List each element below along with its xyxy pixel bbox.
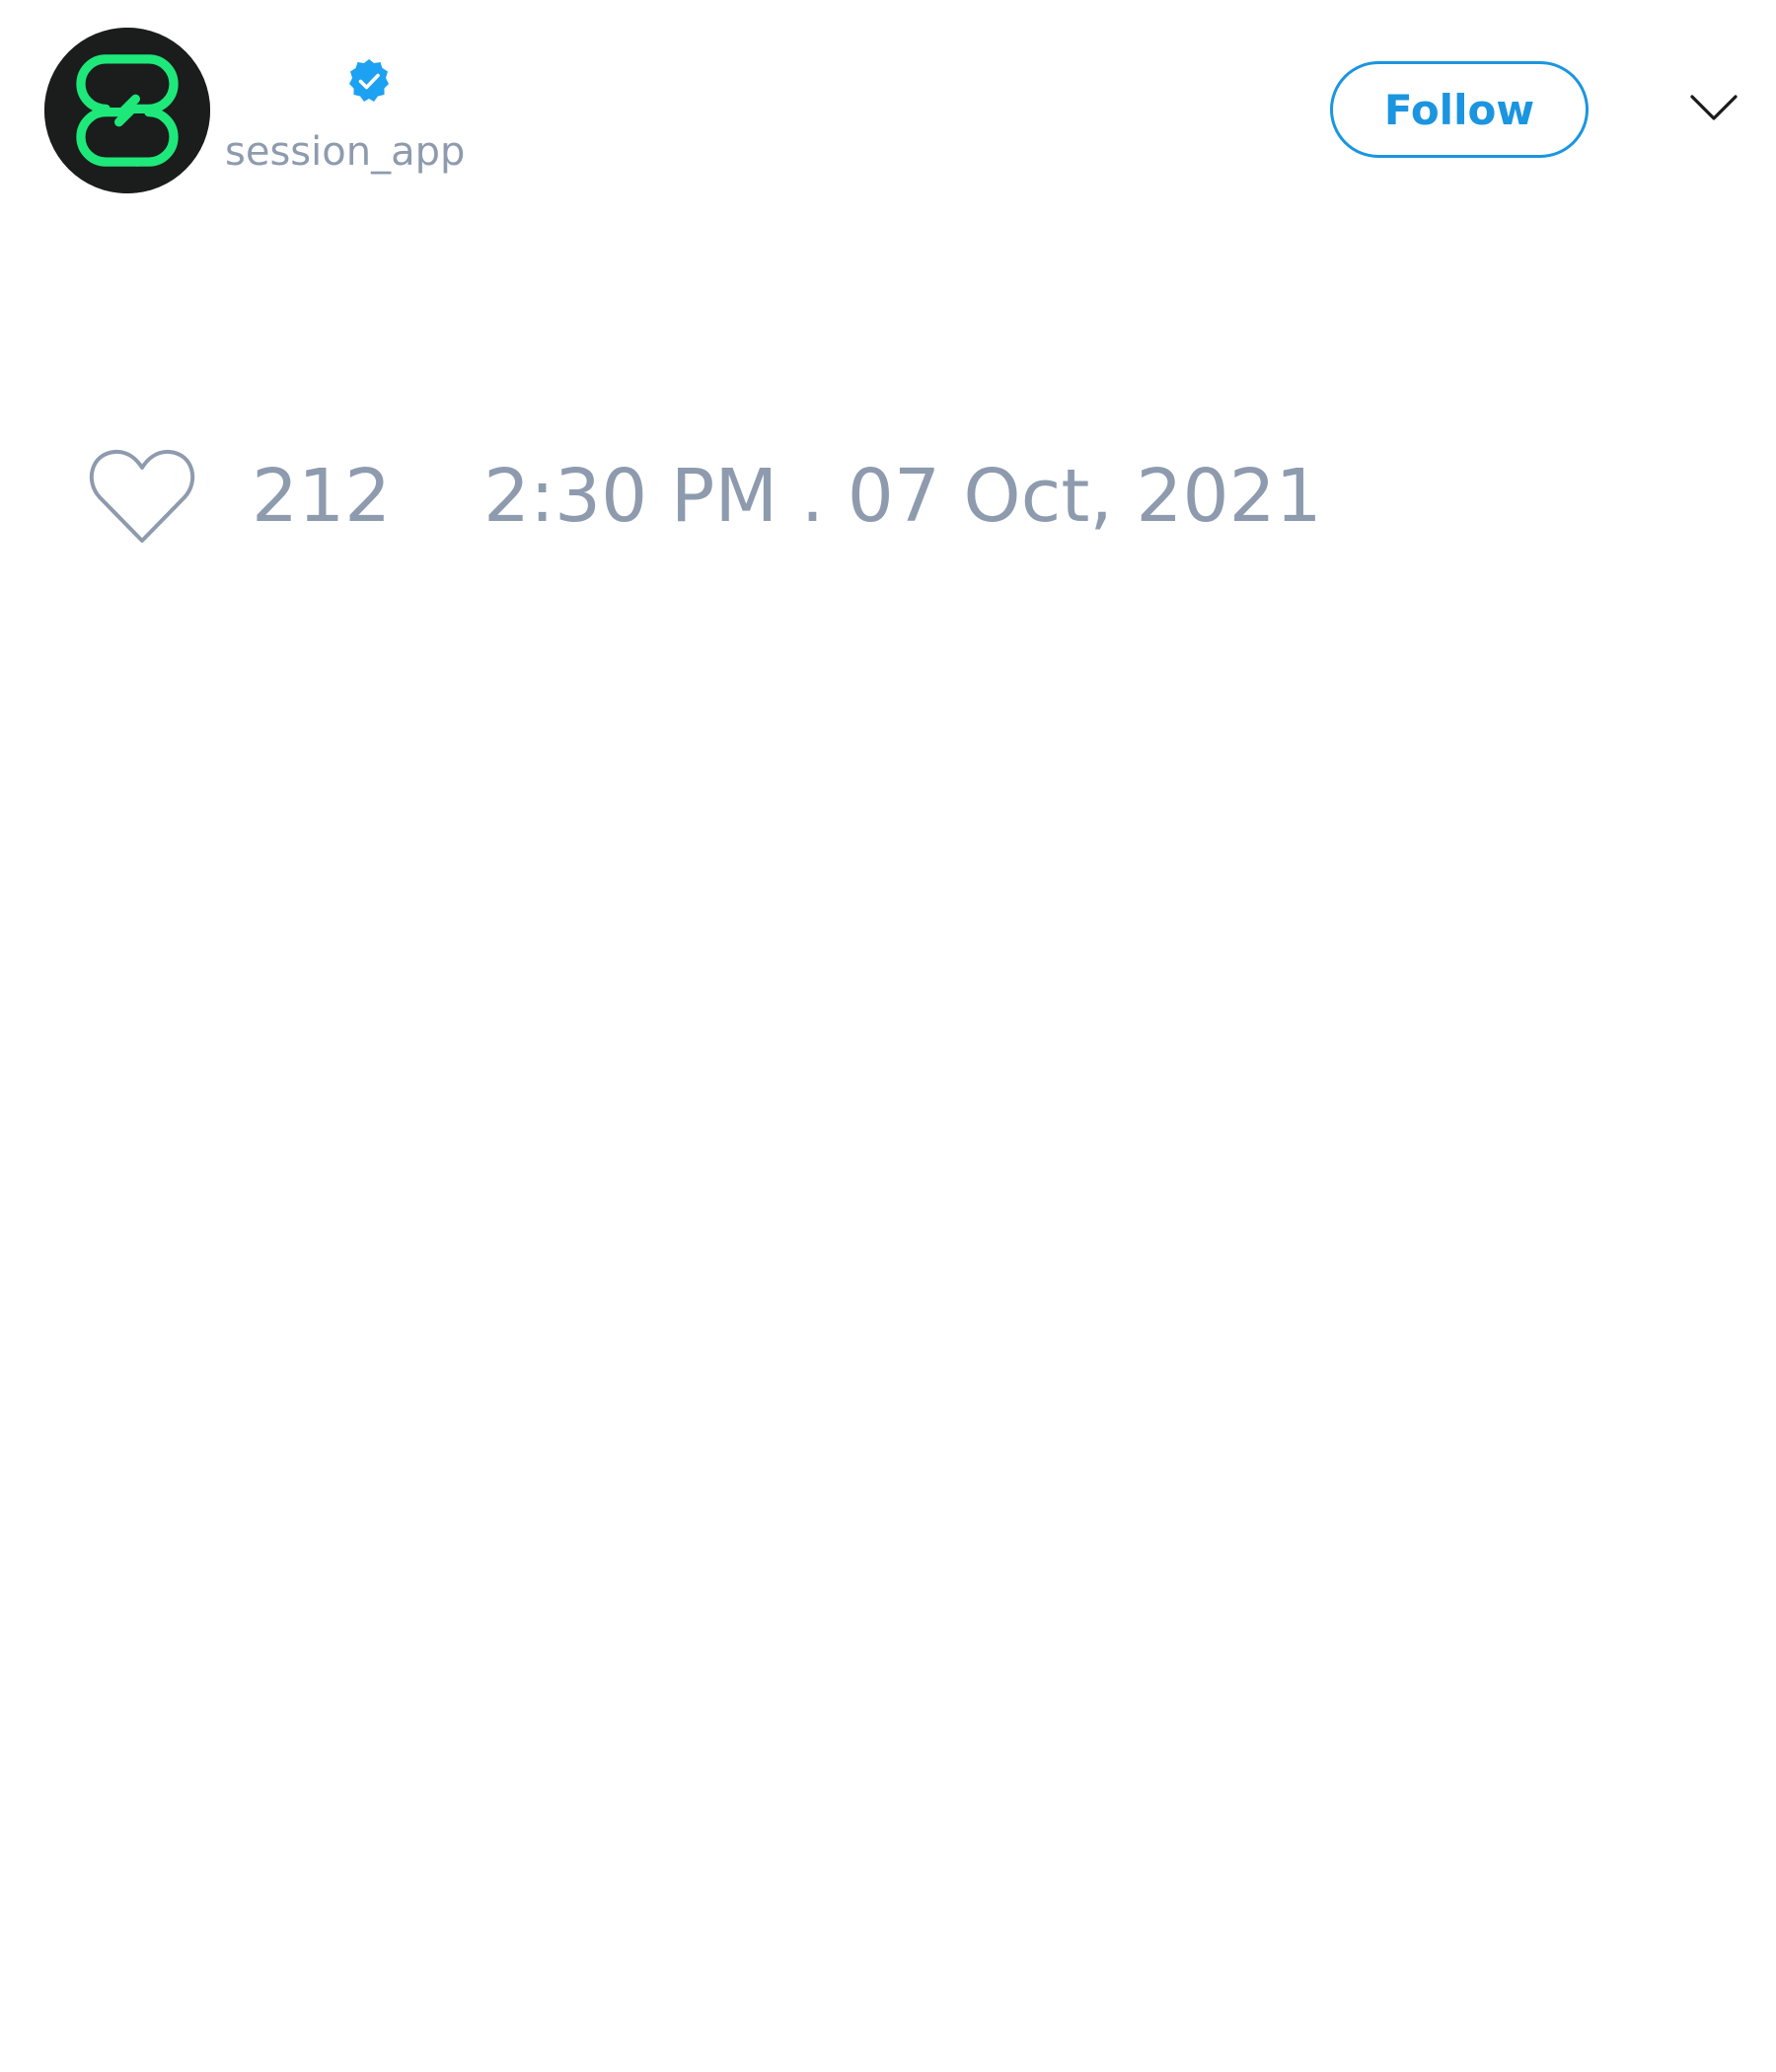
verified-badge-icon — [345, 57, 393, 105]
like-count: 212 — [252, 454, 392, 539]
chevron-down-icon[interactable] — [1689, 91, 1739, 126]
timestamp[interactable]: 2:30 PM . 07 Oct, 2021 — [483, 452, 1322, 541]
author-handle[interactable]: session_app — [225, 124, 465, 180]
heart-icon[interactable] — [87, 446, 197, 545]
avatar[interactable] — [44, 28, 210, 193]
session-logo-icon — [44, 28, 210, 193]
follow-button[interactable]: Follow — [1330, 61, 1589, 158]
